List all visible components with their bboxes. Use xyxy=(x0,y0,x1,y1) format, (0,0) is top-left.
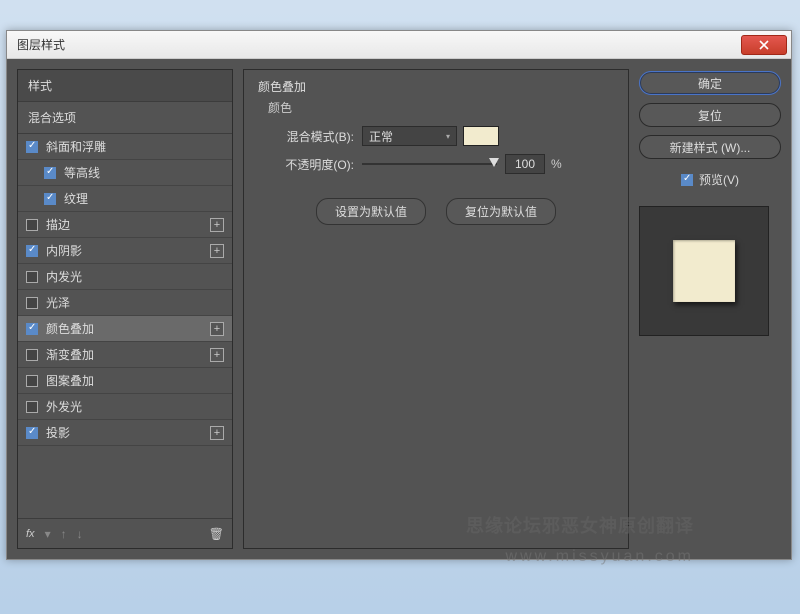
blend-mode-select[interactable]: 正常 ▾ xyxy=(362,126,457,146)
opacity-row: 不透明度(O): % xyxy=(258,154,614,174)
style-item-texture[interactable]: 纹理 xyxy=(18,186,232,212)
style-item-inner-glow[interactable]: 内发光 xyxy=(18,264,232,290)
section-title: 颜色叠加 xyxy=(258,78,614,95)
plus-icon[interactable]: + xyxy=(210,244,224,258)
style-label: 纹理 xyxy=(64,190,88,207)
settings-panel: 颜色叠加 颜色 混合模式(B): 正常 ▾ 不透明度(O): xyxy=(243,69,629,549)
arrow-down-icon[interactable]: ↓ xyxy=(77,527,83,541)
plus-icon[interactable]: + xyxy=(210,218,224,232)
watermark-url: www.missyuan.com xyxy=(506,548,694,566)
checkbox-gradient-overlay[interactable] xyxy=(26,349,38,361)
reset-default-button[interactable]: 复位为默认值 xyxy=(446,198,556,225)
preview-checkbox[interactable] xyxy=(681,174,693,186)
style-item-color-overlay[interactable]: 颜色叠加 + xyxy=(18,316,232,342)
chevron-down-icon[interactable]: ▾ xyxy=(45,527,51,541)
watermark-text: 思缘论坛邪恶女神原创翻译 xyxy=(466,512,694,538)
checkbox-contour[interactable] xyxy=(44,167,56,179)
plus-icon[interactable]: + xyxy=(210,426,224,440)
style-list: 斜面和浮雕 等高线 纹理 描边 + 内阴影 + xyxy=(18,134,232,518)
style-label: 斜面和浮雕 xyxy=(46,138,106,155)
style-label: 光泽 xyxy=(46,294,70,311)
style-label: 内发光 xyxy=(46,268,82,285)
checkbox-satin[interactable] xyxy=(26,297,38,309)
style-item-gradient-overlay[interactable]: 渐变叠加 + xyxy=(18,342,232,368)
style-item-stroke[interactable]: 描边 + xyxy=(18,212,232,238)
sub-title: 颜色 xyxy=(268,99,614,116)
blend-options-row[interactable]: 混合选项 xyxy=(18,102,232,134)
preview-toggle-row: 预览(V) xyxy=(639,171,781,188)
checkbox-outer-glow[interactable] xyxy=(26,401,38,413)
fx-menu[interactable]: fx xyxy=(26,528,35,540)
checkbox-drop-shadow[interactable] xyxy=(26,427,38,439)
style-label: 外发光 xyxy=(46,398,82,415)
blend-mode-value: 正常 xyxy=(369,128,393,145)
titlebar: 图层样式 xyxy=(7,31,791,59)
style-item-outer-glow[interactable]: 外发光 xyxy=(18,394,232,420)
opacity-label: 不透明度(O): xyxy=(258,156,362,173)
style-label: 内阴影 xyxy=(46,242,82,259)
style-item-drop-shadow[interactable]: 投影 + xyxy=(18,420,232,446)
default-buttons: 设置为默认值 复位为默认值 xyxy=(258,198,614,225)
dialog-content: 样式 混合选项 斜面和浮雕 等高线 纹理 描边 + xyxy=(7,59,791,559)
trash-icon[interactable]: 🗑 xyxy=(209,527,224,541)
checkbox-inner-glow[interactable] xyxy=(26,271,38,283)
reset-button[interactable]: 复位 xyxy=(639,103,781,127)
blend-mode-label: 混合模式(B): xyxy=(258,128,362,145)
style-label: 等高线 xyxy=(64,164,100,181)
opacity-unit: % xyxy=(551,157,562,171)
checkbox-stroke[interactable] xyxy=(26,219,38,231)
preview-box xyxy=(639,206,769,336)
plus-icon[interactable]: + xyxy=(210,322,224,336)
opacity-input[interactable] xyxy=(505,154,545,174)
styles-panel: 样式 混合选项 斜面和浮雕 等高线 纹理 描边 + xyxy=(17,69,233,549)
checkbox-color-overlay[interactable] xyxy=(26,323,38,335)
style-item-pattern-overlay[interactable]: 图案叠加 xyxy=(18,368,232,394)
style-item-satin[interactable]: 光泽 xyxy=(18,290,232,316)
style-label: 渐变叠加 xyxy=(46,346,94,363)
layer-style-dialog: 图层样式 样式 混合选项 斜面和浮雕 等高线 纹理 xyxy=(6,30,792,560)
checkbox-bevel[interactable] xyxy=(26,141,38,153)
style-item-inner-shadow[interactable]: 内阴影 + xyxy=(18,238,232,264)
action-panel: 确定 复位 新建样式 (W)... 预览(V) xyxy=(639,69,781,549)
style-label: 颜色叠加 xyxy=(46,320,94,337)
opacity-slider[interactable] xyxy=(362,163,497,165)
chevron-down-icon: ▾ xyxy=(446,132,450,141)
color-swatch[interactable] xyxy=(463,126,499,146)
ok-button[interactable]: 确定 xyxy=(639,71,781,95)
style-label: 图案叠加 xyxy=(46,372,94,389)
dialog-title: 图层样式 xyxy=(17,36,741,53)
style-toolbar: fx ▾ ↑ ↓ 🗑 xyxy=(18,518,232,548)
close-icon xyxy=(759,40,769,50)
plus-icon[interactable]: + xyxy=(210,348,224,362)
checkbox-texture[interactable] xyxy=(44,193,56,205)
styles-header: 样式 xyxy=(18,70,232,102)
checkbox-inner-shadow[interactable] xyxy=(26,245,38,257)
preview-swatch xyxy=(673,240,735,302)
arrow-up-icon[interactable]: ↑ xyxy=(61,527,67,541)
style-label: 描边 xyxy=(46,216,70,233)
style-item-contour[interactable]: 等高线 xyxy=(18,160,232,186)
slider-thumb[interactable] xyxy=(489,158,499,167)
checkbox-pattern-overlay[interactable] xyxy=(26,375,38,387)
style-label: 投影 xyxy=(46,424,70,441)
set-default-button[interactable]: 设置为默认值 xyxy=(316,198,426,225)
style-item-bevel[interactable]: 斜面和浮雕 xyxy=(18,134,232,160)
new-style-button[interactable]: 新建样式 (W)... xyxy=(639,135,781,159)
close-button[interactable] xyxy=(741,35,787,55)
preview-label: 预览(V) xyxy=(699,171,739,188)
blend-mode-row: 混合模式(B): 正常 ▾ xyxy=(258,126,614,146)
